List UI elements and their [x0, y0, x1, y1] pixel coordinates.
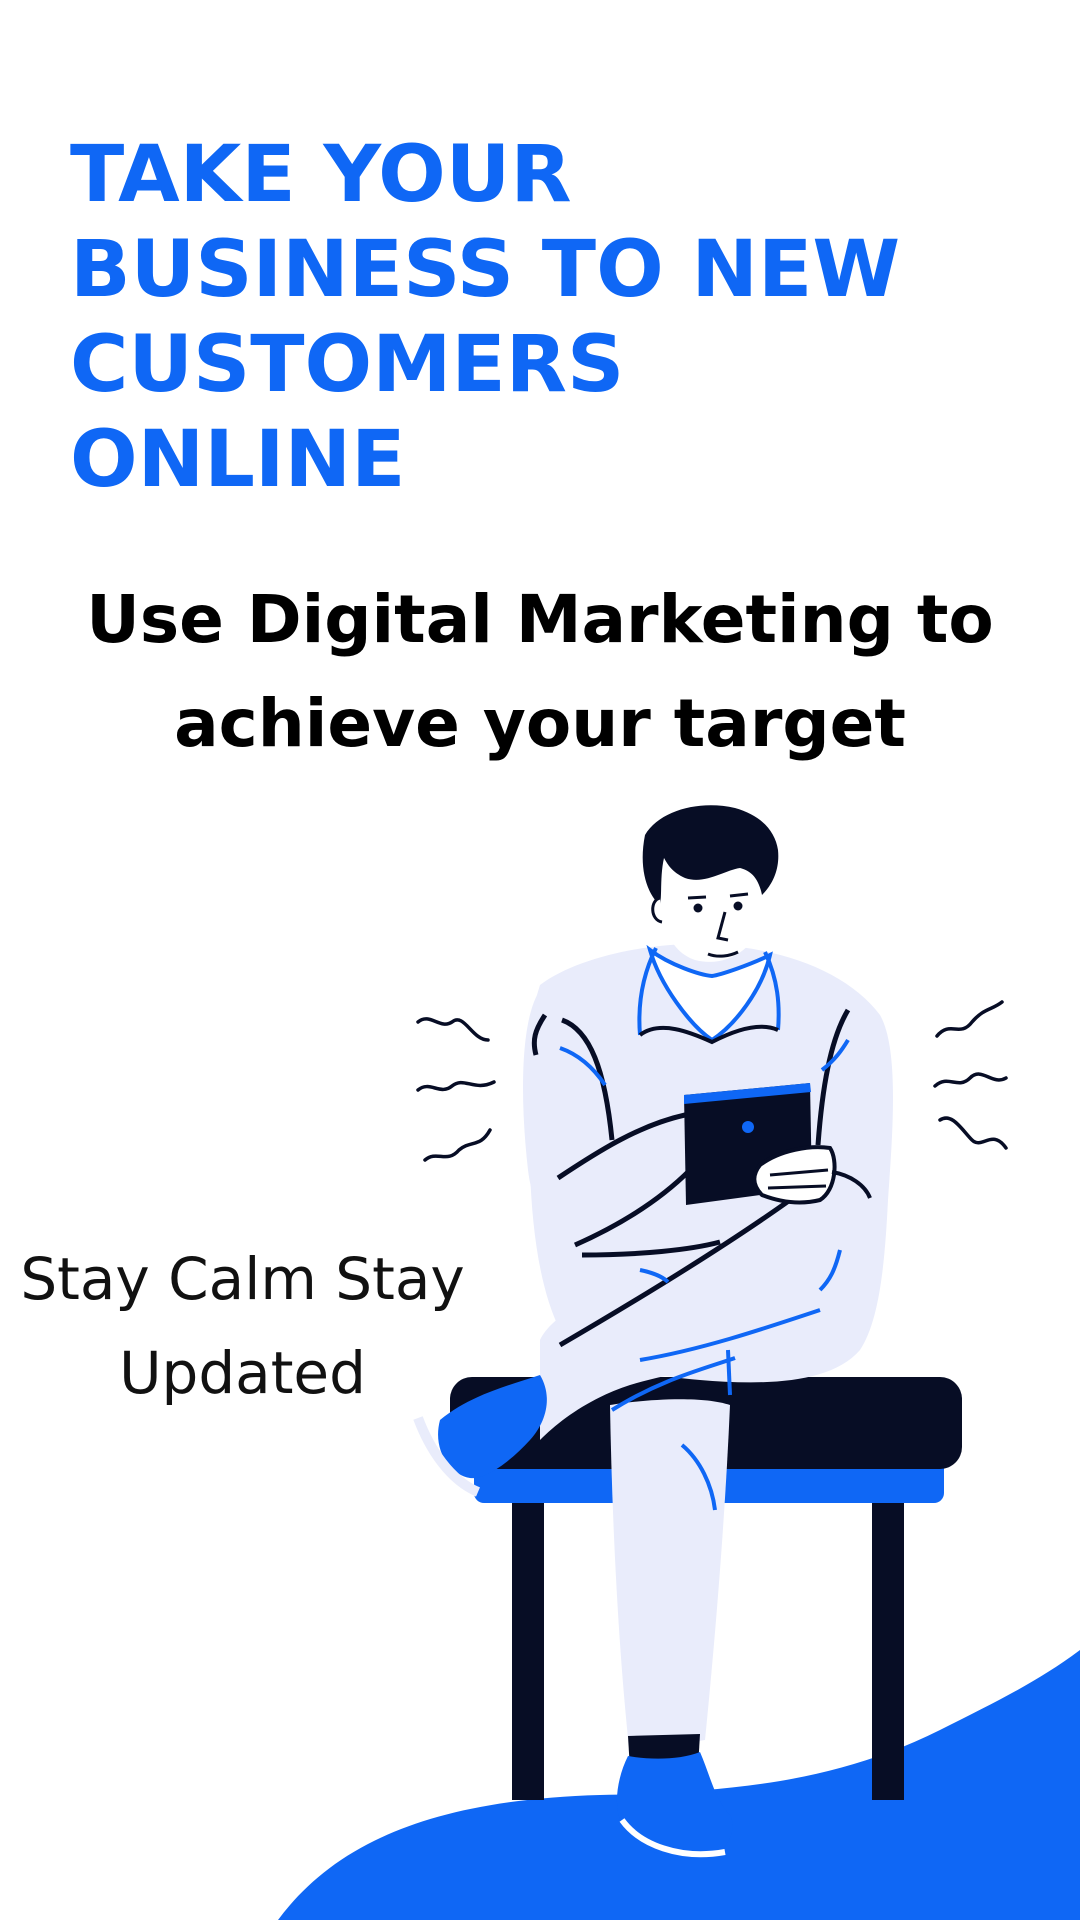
headline-line: ONLINE — [70, 415, 406, 505]
headline: TAKE YOUR BUSINESS TO NEW CUSTOMERS ONLI… — [70, 128, 988, 508]
motion-lines-left-icon — [416, 1017, 496, 1162]
lower-leg-shape — [610, 1399, 730, 1744]
tagline-line: Updated — [119, 1339, 366, 1407]
poster: TAKE YOUR BUSINESS TO NEW CUSTOMERS ONLI… — [0, 0, 1080, 1920]
subheadline-line: Use Digital Marketing to — [86, 581, 994, 658]
subheadline-line: achieve your target — [174, 685, 906, 762]
motion-lines-right-icon — [933, 1000, 1008, 1150]
subheadline: Use Digital Marketing to achieve your ta… — [40, 568, 1040, 776]
bench-leg-right — [872, 1495, 904, 1800]
tagline: Stay Calm Stay Updated — [0, 1232, 485, 1420]
headline-line: TAKE YOUR — [70, 130, 572, 220]
headline-line: CUSTOMERS — [70, 320, 625, 410]
headline-line: BUSINESS TO NEW — [70, 225, 901, 315]
tagline-line: Stay Calm Stay — [20, 1245, 465, 1313]
bench-leg-left — [512, 1495, 544, 1800]
